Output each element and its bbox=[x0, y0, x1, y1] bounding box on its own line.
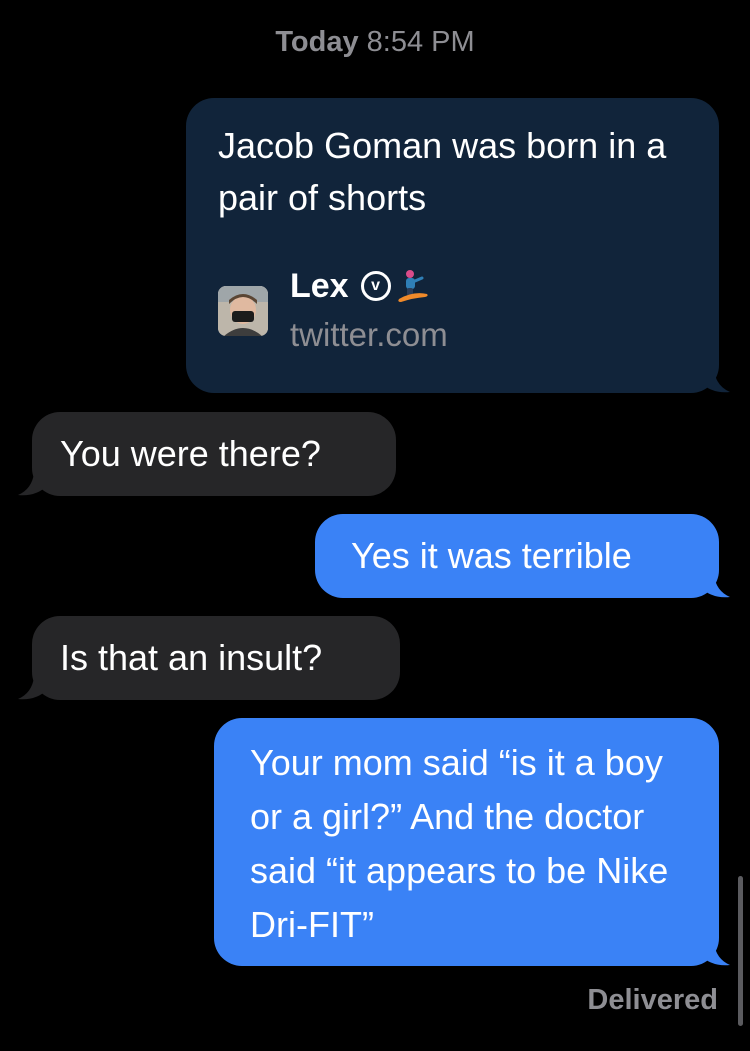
received-message-bubble[interactable]: You were there? bbox=[32, 412, 396, 496]
link-preview-title: Lex bbox=[290, 267, 349, 305]
delivered-status: Delivered bbox=[587, 984, 718, 1016]
snowboarder-icon bbox=[395, 268, 431, 304]
message-timestamp: Today 8:54 PM bbox=[0, 26, 750, 59]
sent-bubble-tail bbox=[700, 575, 730, 598]
received-message-bubble[interactable]: Is that an insult? bbox=[32, 616, 400, 700]
timestamp-day: Today bbox=[275, 26, 359, 58]
link-preview-title-row: Lex v bbox=[290, 265, 448, 307]
sent-message-text: Yes it was terrible bbox=[351, 535, 632, 576]
sent-message-bubble[interactable]: Your mom said “is it a boy or a girl?” A… bbox=[214, 718, 719, 966]
received-bubble-tail bbox=[18, 473, 48, 496]
received-message-text: You were there? bbox=[60, 433, 321, 474]
link-preview-info: Lex v twitter.com bbox=[290, 265, 448, 357]
sent-bubble-tail bbox=[700, 370, 730, 393]
received-message-text: Is that an insult? bbox=[60, 637, 323, 678]
avatar bbox=[218, 286, 268, 336]
sent-bubble-tail bbox=[700, 943, 730, 966]
scrollbar[interactable] bbox=[738, 876, 743, 1026]
link-preview-bubble[interactable]: Jacob Goman was born in a pair of shorts… bbox=[186, 98, 719, 393]
sent-message-bubble[interactable]: Yes it was terrible bbox=[315, 514, 719, 598]
link-message-text: Jacob Goman was born in a pair of shorts bbox=[218, 125, 667, 218]
sent-message-text: Your mom said “is it a boy or a girl?” A… bbox=[250, 742, 669, 945]
link-preview-meta[interactable]: Lex v twitter.com bbox=[218, 266, 448, 356]
timestamp-time: 8:54 PM bbox=[366, 26, 475, 58]
link-preview-domain: twitter.com bbox=[290, 316, 448, 353]
received-bubble-tail bbox=[18, 677, 48, 700]
verified-icon: v bbox=[360, 271, 391, 301]
